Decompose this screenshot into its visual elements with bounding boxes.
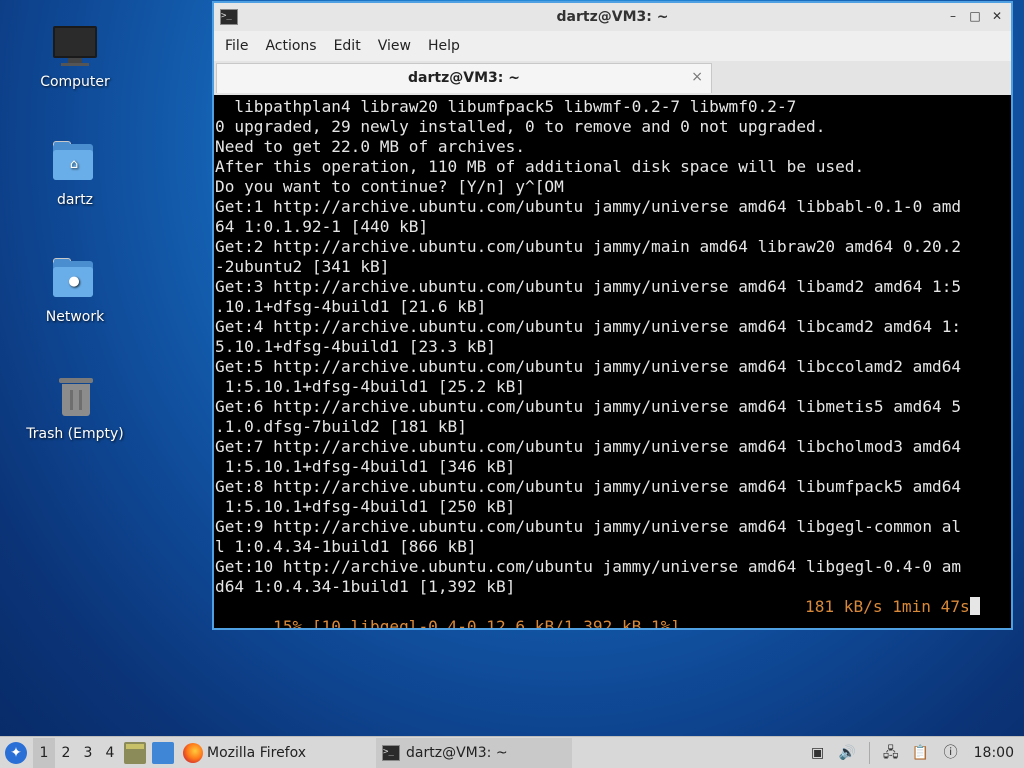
update-notifier-icon[interactable]: ⓘ: [942, 744, 960, 762]
desktop-icon-label: dartz: [56, 192, 94, 208]
terminal-line: Get:9 http://archive.ubuntu.com/ubuntu j…: [215, 517, 962, 536]
window-titlebar[interactable]: >_ dartz@VM3: ~ – □ ✕: [214, 3, 1011, 31]
trash-icon: [51, 374, 99, 422]
terminal-output[interactable]: libpathplan4 libraw20 libumfpack5 libwmf…: [214, 95, 1011, 628]
start-menu-icon[interactable]: ✦: [5, 741, 27, 764]
terminal-app-icon: >_: [220, 9, 238, 25]
menu-file[interactable]: File: [222, 38, 258, 54]
minimize-button[interactable]: –: [945, 7, 961, 25]
menu-actions[interactable]: Actions: [262, 38, 326, 54]
tab-close-icon[interactable]: ×: [691, 69, 703, 85]
tab-terminal[interactable]: dartz@VM3: ~ ×: [216, 63, 712, 93]
terminal-icon: >_: [382, 744, 401, 761]
progress-status: 15% [10 libgegl-0.4-0 12.6 kB/1,392 kB 1…: [273, 617, 681, 628]
terminal-line: Get:1 http://archive.ubuntu.com/ubuntu j…: [215, 197, 962, 216]
terminal-line: libpathplan4 libraw20 libumfpack5 libwmf…: [215, 97, 797, 116]
clock[interactable]: 18:00: [974, 745, 1014, 761]
terminal-line: 64 1:0.1.92-1 [440 kB]: [215, 217, 429, 236]
terminal-line: Get:8 http://archive.ubuntu.com/ubuntu j…: [215, 477, 962, 496]
desktop-icon-label: Network: [45, 309, 105, 325]
terminal-line: l 1:0.4.34-1build1 [866 kB]: [215, 537, 477, 556]
taskbar: ✦ 1 2 3 4 Mozilla Firefox >_ dartz@VM3: …: [0, 736, 1024, 768]
network-icon[interactable]: 🖧: [882, 744, 900, 762]
workspace-2[interactable]: 2: [55, 738, 77, 768]
tray-divider: [868, 741, 870, 764]
task-terminal-label: dartz@VM3: ~: [406, 744, 508, 761]
desktop-icon-network[interactable]: ● Network: [20, 257, 130, 325]
terminal-line: 5.10.1+dfsg-4build1 [23.3 kB]: [215, 337, 496, 356]
show-desktop-icon[interactable]: [152, 741, 174, 764]
system-tray: ▣ 🔊 🖧 📋 ⓘ 18:00: [803, 737, 1024, 768]
terminal-line: Get:10 http://archive.ubuntu.com/ubuntu …: [215, 557, 962, 576]
terminal-line: Do you want to continue? [Y/n] y^[OM: [215, 177, 564, 196]
desktop-icon-label: Trash (Empty): [26, 426, 124, 442]
task-firefox[interactable]: Mozilla Firefox: [177, 738, 306, 768]
maximize-button[interactable]: □: [967, 7, 983, 25]
workspace-4[interactable]: 4: [99, 738, 121, 768]
file-manager-icon[interactable]: [124, 741, 146, 764]
desktop-icon-label: Computer: [40, 74, 110, 90]
terminal-line: 1:5.10.1+dfsg-4build1 [346 kB]: [215, 457, 516, 476]
task-firefox-label: Mozilla Firefox: [207, 744, 307, 761]
menubar: File Actions Edit View Help: [214, 31, 1011, 61]
home-folder-icon: ⌂: [51, 140, 99, 188]
keyboard-layout-icon[interactable]: ▣: [809, 744, 827, 762]
terminal-line: -2ubuntu2 [341 kB]: [215, 257, 390, 276]
terminal-line: Get:6 http://archive.ubuntu.com/ubuntu j…: [215, 397, 962, 416]
desktop-icon-computer[interactable]: Computer: [20, 22, 130, 90]
terminal-line: Get:2 http://archive.ubuntu.com/ubuntu j…: [215, 237, 962, 256]
terminal-line: .10.1+dfsg-4build1 [21.6 kB]: [215, 297, 487, 316]
terminal-line: 1:5.10.1+dfsg-4build1 [25.2 kB]: [215, 377, 526, 396]
terminal-line: Get:3 http://archive.ubuntu.com/ubuntu j…: [215, 277, 962, 296]
menu-help[interactable]: Help: [425, 38, 470, 54]
desktop-icon-home[interactable]: ⌂ dartz: [20, 140, 130, 208]
menu-view[interactable]: View: [375, 38, 421, 54]
desktop-icon-trash[interactable]: Trash (Empty): [20, 374, 130, 442]
terminal-line: 1:5.10.1+dfsg-4build1 [250 kB]: [215, 497, 516, 516]
apt-progress-line: 15% [10 libgegl-0.4-0 12.6 kB/1,392 kB 1…: [215, 597, 1011, 628]
firefox-icon: [183, 742, 203, 763]
menu-edit[interactable]: Edit: [331, 38, 371, 54]
progress-rate: 181 kB/s 1min 47s: [805, 597, 970, 616]
clipboard-icon[interactable]: 📋: [912, 744, 930, 762]
workspace-1[interactable]: 1: [33, 737, 55, 768]
computer-icon: [51, 22, 99, 70]
terminal-line: .1.0.dfsg-7build2 [181 kB]: [215, 417, 467, 436]
tab-label: dartz@VM3: ~: [408, 70, 520, 86]
terminal-cursor: [969, 597, 980, 615]
workspace-3[interactable]: 3: [77, 738, 99, 768]
close-button[interactable]: ✕: [989, 7, 1005, 25]
terminal-line: Get:7 http://archive.ubuntu.com/ubuntu j…: [215, 437, 962, 456]
terminal-line: Get:5 http://archive.ubuntu.com/ubuntu j…: [215, 357, 962, 376]
network-folder-icon: ●: [51, 257, 99, 305]
terminal-line: Need to get 22.0 MB of archives.: [215, 137, 526, 156]
terminal-line: 0 upgraded, 29 newly installed, 0 to rem…: [215, 117, 826, 136]
task-terminal[interactable]: >_ dartz@VM3: ~: [376, 737, 573, 768]
volume-icon[interactable]: 🔊: [839, 744, 857, 762]
terminal-line: Get:4 http://archive.ubuntu.com/ubuntu j…: [215, 317, 962, 336]
terminal-window[interactable]: >_ dartz@VM3: ~ – □ ✕ File Actions Edit …: [212, 1, 1013, 630]
window-title: dartz@VM3: ~: [556, 9, 669, 25]
terminal-line: d64 1:0.4.34-1build1 [1,392 kB]: [215, 577, 516, 596]
tab-bar: dartz@VM3: ~ ×: [214, 61, 1011, 96]
terminal-line: After this operation, 110 MB of addition…: [215, 157, 865, 176]
